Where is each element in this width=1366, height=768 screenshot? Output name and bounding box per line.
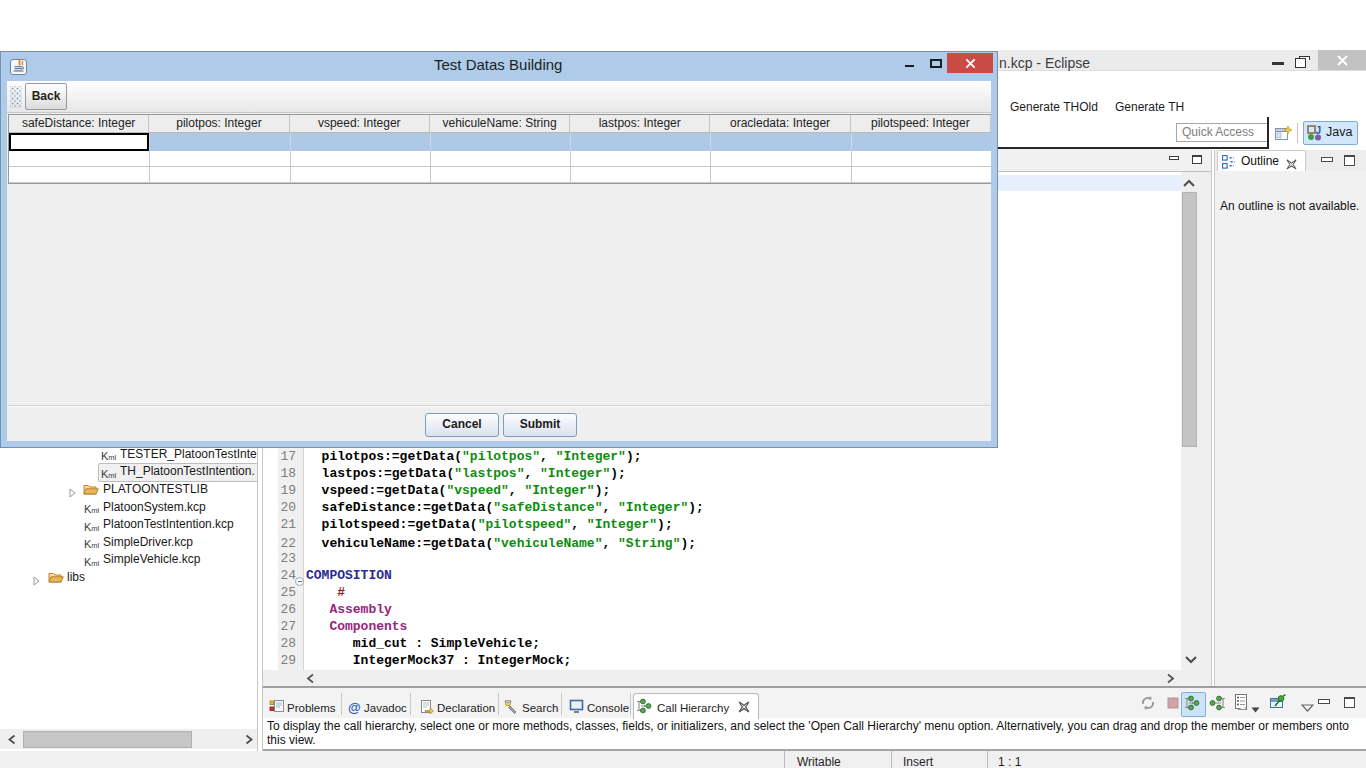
svg-text:J: J [1316,125,1322,136]
